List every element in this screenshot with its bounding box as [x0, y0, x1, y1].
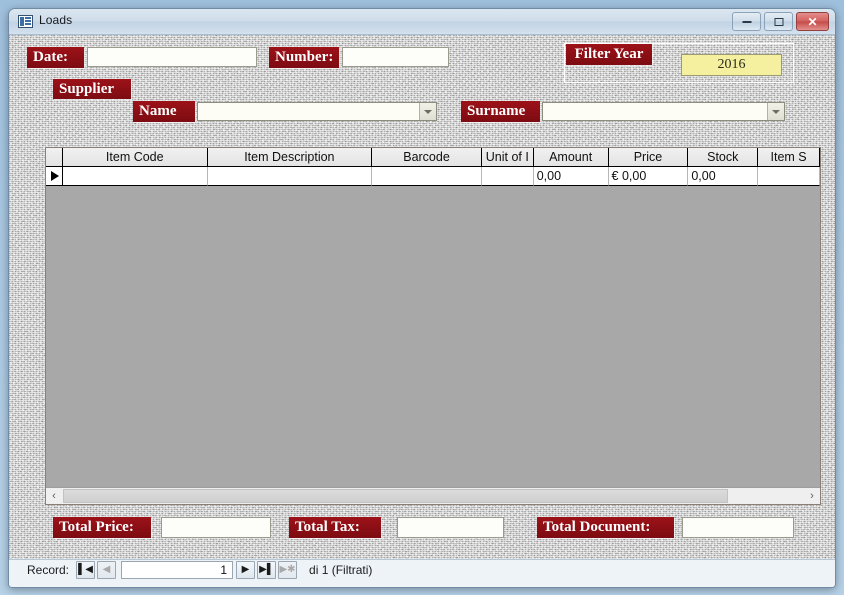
number-input[interactable] [342, 47, 449, 67]
chevron-down-icon[interactable] [419, 103, 436, 120]
record-navigator: Record: ▌◀ ◀ 1 ▶ ▶▌ ▶✱ di 1 (Filtrati) [27, 559, 819, 581]
cell-item-description[interactable] [207, 167, 373, 186]
new-record-button[interactable]: ▶✱ [278, 561, 298, 579]
desktop-background: Loads ✕ Date: Number: Filter Year 2016 S… [0, 0, 844, 595]
column-header-stock[interactable]: Stock [688, 148, 759, 167]
current-record-input[interactable]: 1 [121, 561, 234, 579]
scroll-right-icon[interactable]: › [804, 488, 820, 504]
datasheet-horizontal-scrollbar[interactable]: ‹ › [46, 487, 820, 504]
chevron-down-icon[interactable] [767, 103, 784, 120]
filter-year-input[interactable]: 2016 [681, 54, 782, 76]
column-header-unit-of-measure[interactable]: Unit of I [481, 148, 534, 167]
total-price-label: Total Price: [53, 517, 151, 538]
cell-item-code[interactable] [62, 167, 208, 186]
surname-label: Surname [461, 101, 540, 122]
column-header-barcode[interactable]: Barcode [372, 148, 482, 167]
maximize-button[interactable] [764, 12, 793, 31]
maximize-icon [774, 17, 783, 26]
cell-barcode[interactable] [372, 167, 482, 186]
name-label: Name [133, 101, 195, 122]
window-title: Loads [39, 13, 73, 27]
scrollbar-thumb[interactable] [63, 489, 728, 503]
total-document-label: Total Document: [537, 517, 674, 538]
datasheet-header-row: Item Code Item Description Barcode Unit … [46, 148, 820, 167]
record-label: Record: [27, 563, 70, 577]
surname-combobox[interactable] [542, 102, 785, 121]
total-tax-value[interactable] [397, 517, 504, 538]
scroll-left-icon[interactable]: ‹ [46, 488, 62, 504]
last-record-button[interactable]: ▶▌ [257, 561, 277, 579]
table-row[interactable]: 0,00 € 0,00 0,00 [46, 167, 820, 186]
column-header-amount[interactable]: Amount [533, 148, 609, 167]
column-header-item-code[interactable]: Item Code [62, 148, 208, 167]
column-header-item-description[interactable]: Item Description [207, 148, 373, 167]
record-count-label: di 1 (Filtrati) [309, 563, 373, 577]
datasheet-empty-area [46, 186, 820, 487]
cell-unit-of-measure[interactable] [481, 167, 534, 186]
close-button[interactable]: ✕ [796, 12, 829, 31]
supplier-section-label: Supplier [53, 79, 131, 99]
close-icon: ✕ [807, 14, 818, 29]
number-label: Number: [269, 47, 339, 68]
form-body: Date: Number: Filter Year 2016 Supplier … [9, 35, 835, 587]
cell-item-status[interactable] [758, 167, 820, 186]
cell-amount[interactable]: 0,00 [533, 167, 609, 186]
column-header-item-status[interactable]: Item S [758, 148, 820, 167]
total-price-value[interactable] [161, 517, 271, 538]
date-input[interactable] [87, 47, 257, 67]
row-selector-current[interactable] [46, 167, 63, 186]
form-icon [18, 15, 33, 28]
column-header-selector [46, 148, 63, 167]
title-bar: Loads ✕ [9, 9, 835, 35]
previous-record-button[interactable]: ◀ [97, 561, 117, 579]
first-record-button[interactable]: ▌◀ [76, 561, 96, 579]
items-datasheet: Item Code Item Description Barcode Unit … [45, 147, 821, 505]
next-record-button[interactable]: ▶ [236, 561, 256, 579]
current-record-triangle-icon [51, 171, 59, 181]
cell-price[interactable]: € 0,00 [608, 167, 689, 186]
name-combobox[interactable] [197, 102, 437, 121]
cell-stock: 0,00 [688, 167, 759, 186]
total-document-value[interactable] [682, 517, 794, 538]
filter-year-label: Filter Year [566, 44, 652, 65]
minimize-icon [742, 20, 751, 23]
total-tax-label: Total Tax: [289, 517, 381, 538]
column-header-price[interactable]: Price [608, 148, 689, 167]
application-window: Loads ✕ Date: Number: Filter Year 2016 S… [8, 8, 836, 588]
date-label: Date: [27, 47, 84, 68]
minimize-button[interactable] [732, 12, 761, 31]
